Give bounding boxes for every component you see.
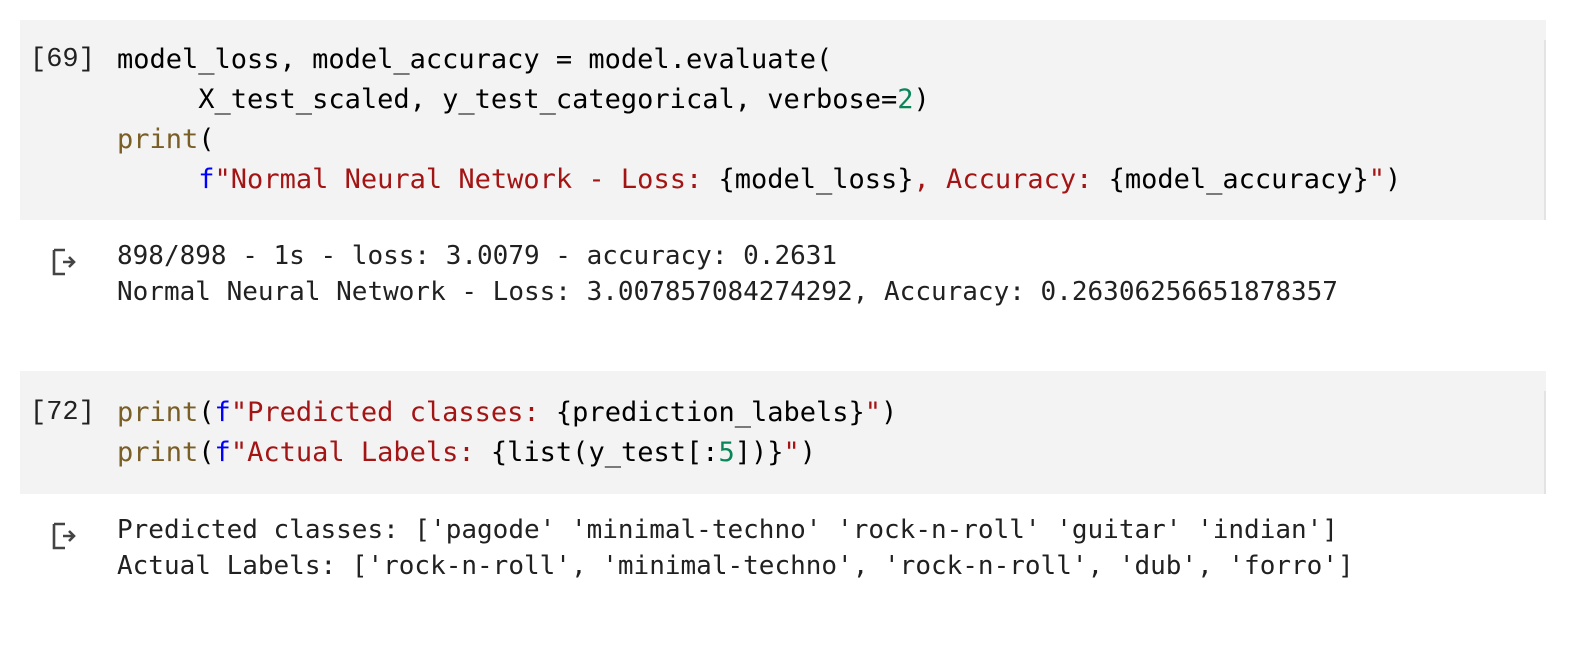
execution-count: [69] xyxy=(30,45,95,75)
cell-output: 898/898 - 1s - loss: 3.0079 - accuracy: … xyxy=(20,238,1546,318)
code-token: "Actual Labels: xyxy=(230,437,491,468)
cell-output: Predicted classes: ['pagode' 'minimal-te… xyxy=(20,512,1546,592)
code-line[interactable]: print(f"Predicted classes: {prediction_l… xyxy=(117,393,897,433)
code-token: {model_accuracy} xyxy=(1108,164,1369,195)
output-arrow-icon[interactable] xyxy=(50,521,78,551)
code-token: ) xyxy=(913,84,930,115)
code-token: " xyxy=(1368,164,1385,195)
code-token: ( xyxy=(198,397,215,428)
code-token: ) xyxy=(799,437,817,468)
code-token: "Predicted classes: xyxy=(230,397,556,428)
code-token: {list(y_test[: xyxy=(490,437,719,468)
code-line[interactable]: model_loss, model_accuracy = model.evalu… xyxy=(117,40,1401,80)
output-line: Normal Neural Network - Loss: 3.00785708… xyxy=(117,277,1338,307)
code-token: {model_loss} xyxy=(718,164,914,195)
execution-count: [72] xyxy=(30,398,95,428)
code-text[interactable]: print(f"Predicted classes: {prediction_l… xyxy=(117,393,897,473)
code-token: f xyxy=(214,437,231,468)
code-token: X_test_scaled, y_test_categorical, verbo… xyxy=(117,84,898,115)
code-token: {prediction_labels} xyxy=(555,397,865,428)
code-token: ( xyxy=(198,437,215,468)
code-token: ) xyxy=(881,397,898,428)
code-token: , Accuracy: xyxy=(913,164,1109,195)
code-token: print xyxy=(117,437,199,468)
code-token: ) xyxy=(1384,164,1402,195)
code-token: print xyxy=(117,124,199,155)
code-token: " xyxy=(864,397,882,428)
output-line: Actual Labels: ['rock-n-roll', 'minimal-… xyxy=(117,551,1354,581)
code-line[interactable]: print(f"Actual Labels: {list(y_test[:5])… xyxy=(117,433,897,473)
code-editor[interactable]: [69] model_loss, model_accuracy = model.… xyxy=(20,20,1546,220)
output-text: 898/898 - 1s - loss: 3.0079 - accuracy: … xyxy=(117,238,1338,310)
code-line[interactable]: f"Normal Neural Network - Loss: {model_l… xyxy=(117,160,1401,200)
code-token: " xyxy=(783,437,800,468)
output-line: 898/898 - 1s - loss: 3.0079 - accuracy: … xyxy=(117,241,838,271)
code-token: ])} xyxy=(734,437,784,468)
code-token: "Normal Neural Network - Loss: xyxy=(214,164,719,195)
output-line: Predicted classes: ['pagode' 'minimal-te… xyxy=(117,515,1338,545)
code-token: 2 xyxy=(897,84,914,115)
code-token: f xyxy=(198,164,215,195)
code-token: ( xyxy=(198,124,215,155)
code-token: model_loss, model_accuracy = model.evalu… xyxy=(117,44,833,75)
code-token: f xyxy=(214,397,231,428)
code-line[interactable]: X_test_scaled, y_test_categorical, verbo… xyxy=(117,80,1401,120)
output-text: Predicted classes: ['pagode' 'minimal-te… xyxy=(117,512,1354,584)
code-token: 5 xyxy=(718,437,735,468)
code-editor[interactable]: [72] print(f"Predicted classes: {predict… xyxy=(20,371,1546,494)
output-arrow-icon[interactable] xyxy=(50,247,78,277)
code-token: print xyxy=(117,397,199,428)
code-text[interactable]: model_loss, model_accuracy = model.evalu… xyxy=(117,40,1401,200)
code-line[interactable]: print( xyxy=(117,120,1401,160)
